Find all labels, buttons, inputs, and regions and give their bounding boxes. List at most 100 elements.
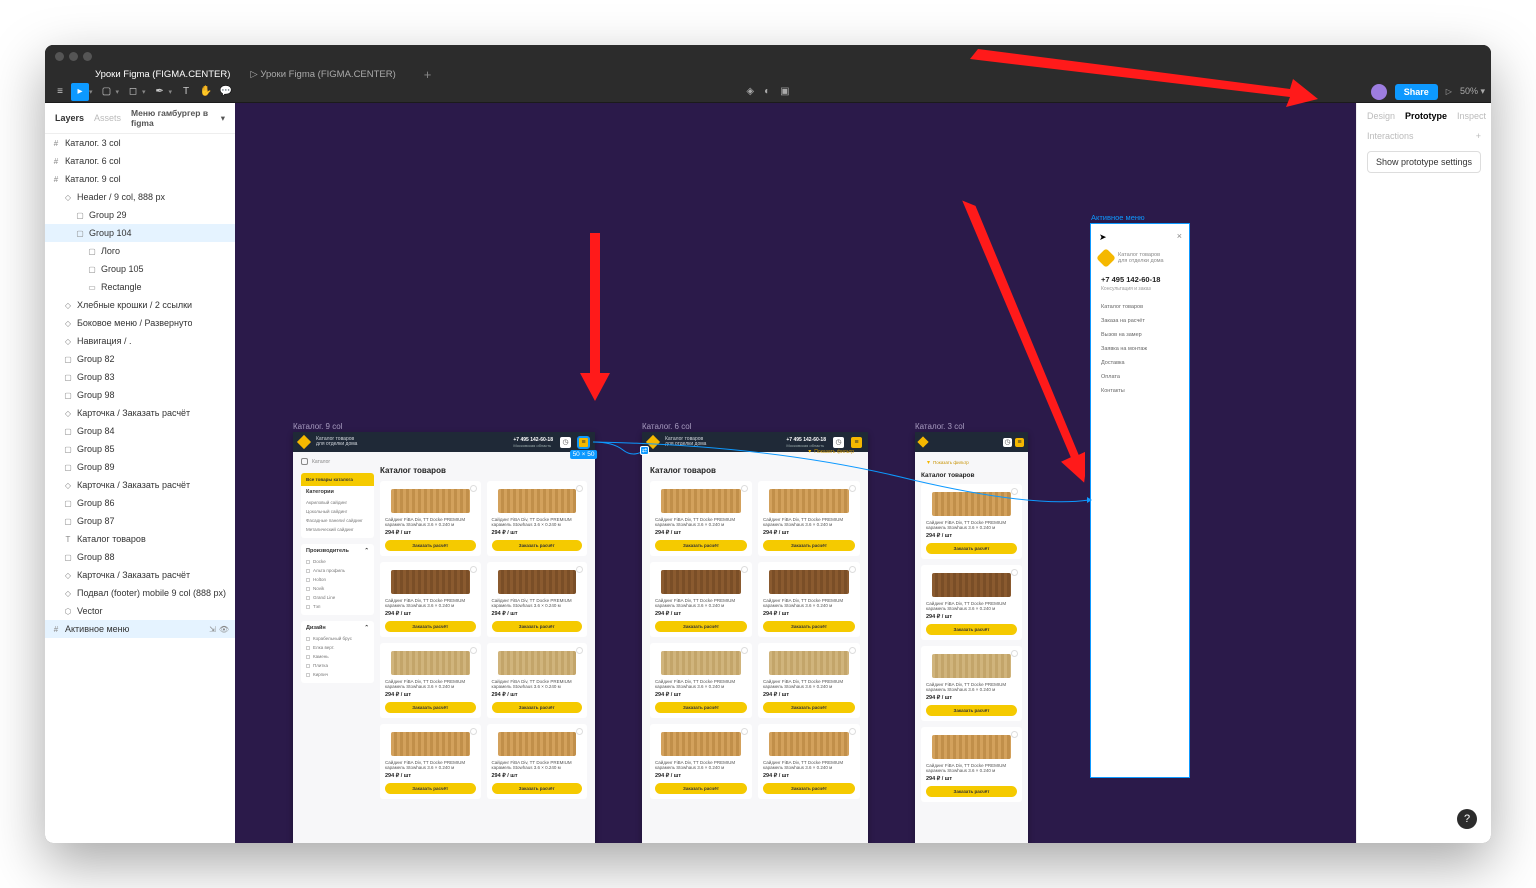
- favorite-icon[interactable]: [576, 647, 583, 654]
- layer-row[interactable]: ◇Подвал (footer) mobile 9 col (888 px): [45, 584, 235, 602]
- sidebar-item[interactable]: Grand Line: [306, 593, 369, 602]
- product-card[interactable]: Сайдинг FiBA Div, TT Docke PREMIUM карам…: [380, 481, 481, 556]
- sidebar-item[interactable]: Docke: [306, 557, 369, 566]
- sidebar-item[interactable]: Holton: [306, 575, 369, 584]
- frame-label[interactable]: Каталог. 3 col: [915, 422, 964, 431]
- order-button[interactable]: Заказать расчёт: [655, 702, 747, 713]
- order-button[interactable]: Заказать расчёт: [655, 783, 747, 794]
- favorite-icon[interactable]: [741, 647, 748, 654]
- product-card[interactable]: Сайдинг FiBA Div, TT Docke PREMIUM карам…: [921, 646, 1022, 721]
- layer-row[interactable]: #Каталог. 3 col: [45, 134, 235, 152]
- lock-icon[interactable]: ⇲: [209, 625, 216, 634]
- layer-row[interactable]: ▢Group 82: [45, 350, 235, 368]
- order-button[interactable]: Заказать расчёт: [926, 543, 1017, 554]
- sidebar-item[interactable]: Елка верт.: [306, 643, 369, 652]
- product-card[interactable]: Сайдинг FiBA Div, TT Docke PREMIUM карам…: [650, 643, 752, 718]
- sidebar-item[interactable]: Фасадные панели/ сайдинг: [306, 516, 369, 525]
- tab-design[interactable]: Design: [1367, 111, 1395, 121]
- comment-tool[interactable]: 💬: [217, 83, 235, 101]
- sidebar-item[interactable]: Плитка: [306, 661, 369, 670]
- favorite-icon[interactable]: [849, 566, 856, 573]
- layer-row[interactable]: TКаталог товаров: [45, 530, 235, 548]
- header-clock-icon[interactable]: ◷: [560, 437, 571, 448]
- help-button[interactable]: ?: [1457, 809, 1477, 829]
- favorite-icon[interactable]: [741, 728, 748, 735]
- order-button[interactable]: Заказать расчёт: [763, 621, 855, 632]
- layer-row[interactable]: #Каталог. 6 col: [45, 152, 235, 170]
- layer-row[interactable]: ▭Rectangle: [45, 278, 235, 296]
- product-card[interactable]: Сайдинг FiBA Div, TT Docke PREMIUM карам…: [650, 562, 752, 637]
- favorite-icon[interactable]: [1011, 569, 1018, 576]
- order-button[interactable]: Заказать расчёт: [492, 702, 583, 713]
- layer-row[interactable]: ⬡Vector: [45, 602, 235, 620]
- layer-row[interactable]: ▢Group 104: [45, 224, 235, 242]
- sidebar-item[interactable]: Novik: [306, 584, 369, 593]
- favorite-icon[interactable]: [849, 647, 856, 654]
- frame-label[interactable]: Каталог. 9 col: [293, 422, 342, 431]
- product-card[interactable]: Сайдинг FiBA Div, TT Docke PREMIUM карам…: [758, 724, 860, 799]
- move-tool[interactable]: ▸: [71, 83, 89, 101]
- layer-row[interactable]: ▢Group 84: [45, 422, 235, 440]
- product-card[interactable]: Сайдинг FiBA Div, TT Docke PREMIUM карам…: [758, 562, 860, 637]
- layer-row[interactable]: #Каталог. 9 col: [45, 170, 235, 188]
- layer-row[interactable]: ◇Хлебные крошки / 2 ссылки: [45, 296, 235, 314]
- order-button[interactable]: Заказать расчёт: [763, 540, 855, 551]
- menu-icon[interactable]: ≡: [51, 83, 69, 101]
- favorite-icon[interactable]: [576, 566, 583, 573]
- close-icon[interactable]: ×: [1177, 231, 1182, 241]
- product-card[interactable]: Сайдинг FiBA Div, TT Docke PREMIUM карам…: [921, 565, 1022, 640]
- zoom-dropdown[interactable]: 50% ▾: [1460, 86, 1485, 97]
- favorite-icon[interactable]: [1011, 650, 1018, 657]
- layer-row[interactable]: ▢Group 89: [45, 458, 235, 476]
- sidebar-item[interactable]: Все товары каталога: [301, 473, 374, 486]
- text-tool[interactable]: T: [177, 83, 195, 101]
- header-menu-icon[interactable]: ≡ 50 × 50: [578, 437, 589, 448]
- pen-tool[interactable]: ✒: [151, 83, 169, 101]
- favorite-icon[interactable]: [849, 728, 856, 735]
- layer-row[interactable]: ◇Карточка / Заказать расчёт: [45, 404, 235, 422]
- sidebar-item[interactable]: Камень: [306, 652, 369, 661]
- add-interaction-icon[interactable]: +: [1476, 131, 1481, 141]
- favorite-icon[interactable]: [470, 728, 477, 735]
- visibility-icon[interactable]: 👁: [219, 625, 229, 634]
- order-button[interactable]: Заказать расчёт: [926, 624, 1017, 635]
- layers-tab[interactable]: Layers: [55, 113, 84, 123]
- menu-item[interactable]: Доставка: [1101, 356, 1179, 370]
- order-button[interactable]: Заказать расчёт: [385, 783, 476, 794]
- boolean-icon[interactable]: ▣: [780, 86, 789, 97]
- layer-row[interactable]: ▢Group 98: [45, 386, 235, 404]
- show-prototype-settings-button[interactable]: Show prototype settings: [1367, 151, 1481, 173]
- favorite-icon[interactable]: [576, 485, 583, 492]
- order-button[interactable]: Заказать расчёт: [492, 783, 583, 794]
- tab-inactive[interactable]: ▷ Уроки Figma (FIGMA.CENTER): [250, 69, 395, 80]
- product-card[interactable]: Сайдинг FiBA Div, TT Docke PREMIUM карам…: [921, 727, 1022, 802]
- favorite-icon[interactable]: [470, 647, 477, 654]
- sidebar-item[interactable]: Альта профиль: [306, 566, 369, 575]
- menu-item[interactable]: Контакты: [1101, 384, 1179, 398]
- layer-row[interactable]: ▢Group 85: [45, 440, 235, 458]
- tab-add[interactable]: +: [424, 67, 432, 82]
- frame-label[interactable]: Активное меню: [1091, 213, 1145, 222]
- favorite-icon[interactable]: [1011, 731, 1018, 738]
- product-card[interactable]: Сайдинг FiBA Div, TT Docke PREMIUM карам…: [650, 724, 752, 799]
- order-button[interactable]: Заказать расчёт: [385, 621, 476, 632]
- layer-row[interactable]: ◇Карточка / Заказать расчёт: [45, 476, 235, 494]
- menu-item[interactable]: Заявка на монтаж: [1101, 342, 1179, 356]
- favorite-icon[interactable]: [576, 728, 583, 735]
- assets-tab[interactable]: Assets: [94, 113, 121, 123]
- sidebar-item[interactable]: Акриловый сайдинг: [306, 498, 369, 507]
- tab-active[interactable]: Уроки Figma (FIGMA.CENTER): [95, 69, 230, 80]
- order-button[interactable]: Заказать расчёт: [492, 621, 583, 632]
- layer-row[interactable]: ◇Карточка / Заказать расчёт: [45, 566, 235, 584]
- artboard-9col[interactable]: Каталог товаров для отделки дома +7 495 …: [293, 432, 595, 843]
- sidebar-item[interactable]: Цокольный сайдинг: [306, 507, 369, 516]
- mask-icon[interactable]: ◐: [764, 86, 770, 97]
- order-button[interactable]: Заказать расчёт: [763, 783, 855, 794]
- order-button[interactable]: Заказать расчёт: [492, 540, 583, 551]
- order-button[interactable]: Заказать расчёт: [926, 705, 1017, 716]
- share-button[interactable]: Share: [1395, 84, 1438, 100]
- layer-row[interactable]: #Активное меню⇲👁: [45, 620, 235, 638]
- tab-inspect[interactable]: Inspect: [1457, 111, 1486, 121]
- traffic-close[interactable]: [55, 52, 64, 61]
- favorite-icon[interactable]: [470, 485, 477, 492]
